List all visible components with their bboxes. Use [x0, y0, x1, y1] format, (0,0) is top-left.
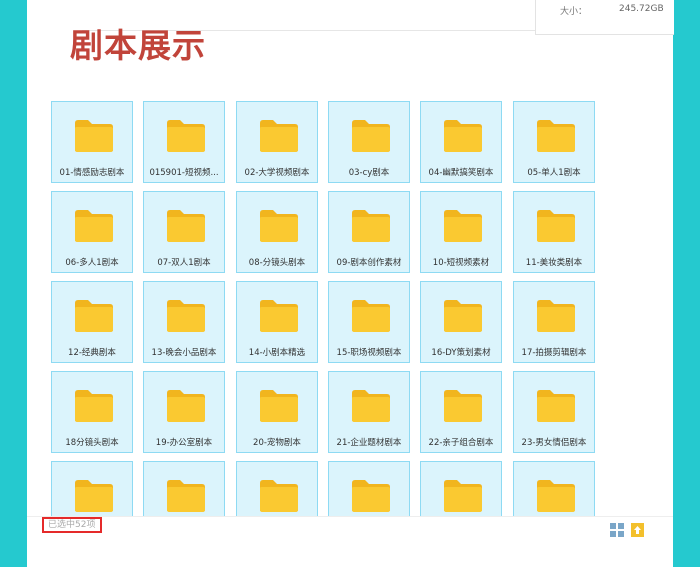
folder-icon [351, 209, 391, 243]
folder-label: 10-短视频素材 [432, 258, 490, 268]
folder-tile[interactable]: 08-分镜头剧本 [236, 191, 318, 273]
folder-tile[interactable]: 21-企业题材剧本 [328, 371, 410, 453]
folder-label: 06-多人1剧本 [65, 258, 119, 268]
folder-tile[interactable]: 06-多人1剧本 [51, 191, 133, 273]
folder-tile[interactable]: 15-职场视频剧本 [328, 281, 410, 363]
folder-tile[interactable]: 09-剧本创作素材 [328, 191, 410, 273]
folder-tile[interactable]: 04-幽默搞笑剧本 [420, 101, 502, 183]
selection-status: 已选中52项 [42, 517, 102, 533]
folder-tile[interactable]: 015901-短视频... [143, 101, 225, 183]
page-title: 剧本展示 [70, 26, 206, 65]
folder-tile[interactable]: 20-宠物剧本 [236, 371, 318, 453]
folder-icon [536, 119, 576, 153]
folder-label: 12-经典剧本 [68, 348, 116, 358]
folder-icon [259, 119, 299, 153]
upload-icon[interactable] [631, 522, 644, 537]
footer-divider [27, 516, 673, 517]
folder-tile[interactable] [513, 461, 595, 516]
folder-icon [74, 299, 114, 333]
folder-label: 15-职场视频剧本 [336, 348, 402, 358]
folder-icon [443, 299, 483, 333]
folder-icon [351, 119, 391, 153]
folder-label: 07-双人1剧本 [157, 258, 211, 268]
folder-tile[interactable]: 23-男女情侣剧本 [513, 371, 595, 453]
folder-icon [443, 479, 483, 513]
folder-tile[interactable]: 02-大学视频剧本 [236, 101, 318, 183]
size-value: 245.72GB [619, 4, 664, 14]
folder-icon [536, 389, 576, 423]
folder-icon [166, 389, 206, 423]
folder-tile[interactable]: 10-短视频素材 [420, 191, 502, 273]
folder-label: 17-拍摄剪辑剧本 [521, 348, 587, 358]
folder-label: 015901-短视频... [149, 168, 219, 178]
folder-label: 19-办公室剧本 [155, 438, 213, 448]
size-label: 大小： [560, 7, 588, 17]
folder-icon [536, 479, 576, 513]
folder-tile[interactable]: 14-小剧本精选 [236, 281, 318, 363]
folder-tile[interactable] [143, 461, 225, 516]
folder-icon [443, 389, 483, 423]
folder-icon [536, 299, 576, 333]
folder-tile[interactable]: 17-拍摄剪辑剧本 [513, 281, 595, 363]
folder-tile[interactable]: 16-DY策划素材 [420, 281, 502, 363]
folder-tile[interactable]: 18分镜头剧本 [51, 371, 133, 453]
folder-tile[interactable]: 13-晚会小品剧本 [143, 281, 225, 363]
folder-icon [351, 389, 391, 423]
folder-icon [536, 209, 576, 243]
folder-icon [166, 119, 206, 153]
folder-icon [443, 209, 483, 243]
folder-tile[interactable]: 01-情感励志剧本 [51, 101, 133, 183]
folder-label: 22-亲子组合剧本 [428, 438, 494, 448]
folder-label: 18分镜头剧本 [65, 438, 119, 448]
folder-icon [74, 209, 114, 243]
folder-tile[interactable] [420, 461, 502, 516]
folder-label: 21-企业题材剧本 [336, 438, 402, 448]
folder-tile[interactable] [328, 461, 410, 516]
folder-tile[interactable]: 11-美妆类剧本 [513, 191, 595, 273]
folder-icon [74, 389, 114, 423]
folder-label: 23-男女情侣剧本 [521, 438, 587, 448]
folder-tile[interactable]: 22-亲子组合剧本 [420, 371, 502, 453]
folder-tile[interactable]: 12-经典剧本 [51, 281, 133, 363]
storage-size-panel: 大小： 245.72GB [535, 0, 674, 35]
folder-icon [74, 479, 114, 513]
folder-label: 02-大学视频剧本 [244, 168, 310, 178]
folder-icon [166, 299, 206, 333]
folder-tile[interactable] [236, 461, 318, 516]
folder-label: 04-幽默搞笑剧本 [428, 168, 494, 178]
folder-tile[interactable]: 05-单人1剧本 [513, 101, 595, 183]
folder-label: 14-小剧本精选 [248, 348, 306, 358]
folder-tile[interactable]: 03-cy剧本 [328, 101, 410, 183]
folder-label: 08-分镜头剧本 [248, 258, 306, 268]
folder-icon [259, 389, 299, 423]
folder-grid: 01-情感励志剧本 015901-短视频... 02-大学视频剧本 03-cy剧本 04… [51, 101, 601, 516]
folder-tile[interactable]: 07-双人1剧本 [143, 191, 225, 273]
folder-icon [74, 119, 114, 153]
folder-label: 09-剧本创作素材 [336, 258, 402, 268]
folder-label: 11-美妆类剧本 [525, 258, 583, 268]
folder-tile[interactable]: 19-办公室剧本 [143, 371, 225, 453]
grid-view-icon[interactable] [610, 522, 624, 537]
folder-tile[interactable] [51, 461, 133, 516]
folder-icon [443, 119, 483, 153]
folder-icon [166, 209, 206, 243]
folder-icon [351, 299, 391, 333]
folder-icon [351, 479, 391, 513]
folder-label: 01-情感励志剧本 [59, 168, 125, 178]
folder-icon [259, 209, 299, 243]
folder-label: 03-cy剧本 [348, 168, 390, 178]
folder-icon [259, 479, 299, 513]
folder-label: 05-单人1剧本 [527, 168, 581, 178]
folder-label: 13-晚会小品剧本 [151, 348, 217, 358]
folder-icon [259, 299, 299, 333]
folder-label: 16-DY策划素材 [431, 348, 491, 358]
folder-icon [166, 479, 206, 513]
folder-label: 20-宠物剧本 [253, 438, 301, 448]
